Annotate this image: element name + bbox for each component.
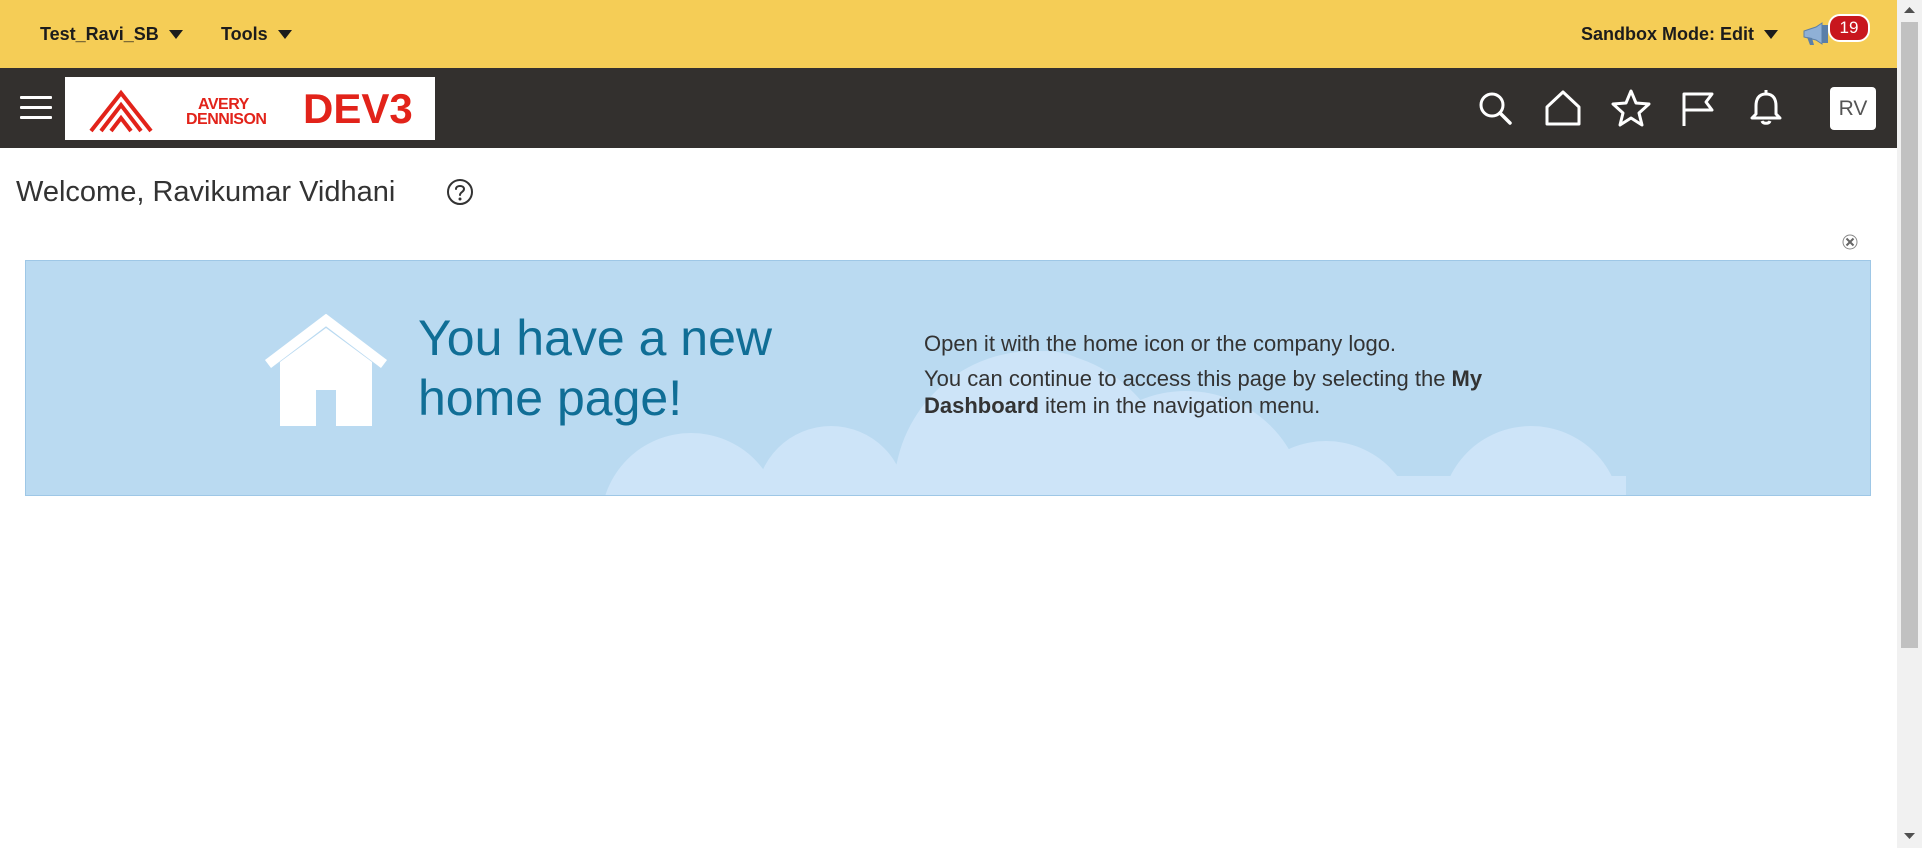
bell-icon[interactable] <box>1746 88 1786 128</box>
vertical-scrollbar[interactable] <box>1897 0 1922 848</box>
chevron-down-icon <box>1764 29 1778 39</box>
star-icon[interactable] <box>1611 88 1651 128</box>
chevron-down-icon <box>168 29 183 39</box>
help-icon[interactable] <box>446 178 474 206</box>
banner-message-1: Open it with the home icon or the compan… <box>924 331 1397 356</box>
banner-message-2: You can continue to access this page by … <box>924 366 1483 418</box>
home-icon[interactable] <box>1543 88 1583 128</box>
scroll-up-arrow-icon[interactable] <box>1897 0 1922 20</box>
notification-badge[interactable]: 19 <box>1828 14 1870 42</box>
house-icon <box>264 314 388 426</box>
sandbox-instance-label: Test_Ravi_SB <box>40 23 159 44</box>
chevron-down-icon <box>277 29 292 39</box>
sandbox-mode-label: Sandbox Mode: Edit <box>1581 23 1754 44</box>
close-icon[interactable] <box>1842 234 1858 250</box>
banner-headline: You have a new home page! <box>418 310 773 426</box>
company-logo[interactable]: AVERY DENNISON DEV3 <box>65 77 435 140</box>
avery-dennison-logo-icon <box>89 89 153 133</box>
app-header: AVERY DENNISON DEV3 RV <box>0 68 1897 148</box>
sandbox-bar: Test_Ravi_SB Tools Sandbox Mode: Edit 19 <box>0 0 1897 68</box>
logo-wordmark: AVERY DENNISON <box>186 96 267 128</box>
tools-menu-label: Tools <box>221 23 268 44</box>
scrollbar-thumb[interactable] <box>1901 22 1918 648</box>
sandbox-mode-menu[interactable]: Sandbox Mode: Edit <box>1581 0 1778 68</box>
search-icon[interactable] <box>1475 88 1515 128</box>
scroll-down-arrow-icon[interactable] <box>1897 826 1922 846</box>
page-title: Welcome, Ravikumar Vidhani <box>16 176 396 208</box>
avatar[interactable]: RV <box>1830 87 1876 130</box>
tools-menu[interactable]: Tools <box>221 0 292 68</box>
hamburger-menu-icon[interactable] <box>20 94 52 122</box>
flag-icon[interactable] <box>1678 88 1718 128</box>
sandbox-instance-menu[interactable]: Test_Ravi_SB <box>40 0 183 68</box>
new-home-page-banner: You have a new home page! Open it with t… <box>25 260 1871 496</box>
environment-label: DEV3 <box>303 85 413 132</box>
